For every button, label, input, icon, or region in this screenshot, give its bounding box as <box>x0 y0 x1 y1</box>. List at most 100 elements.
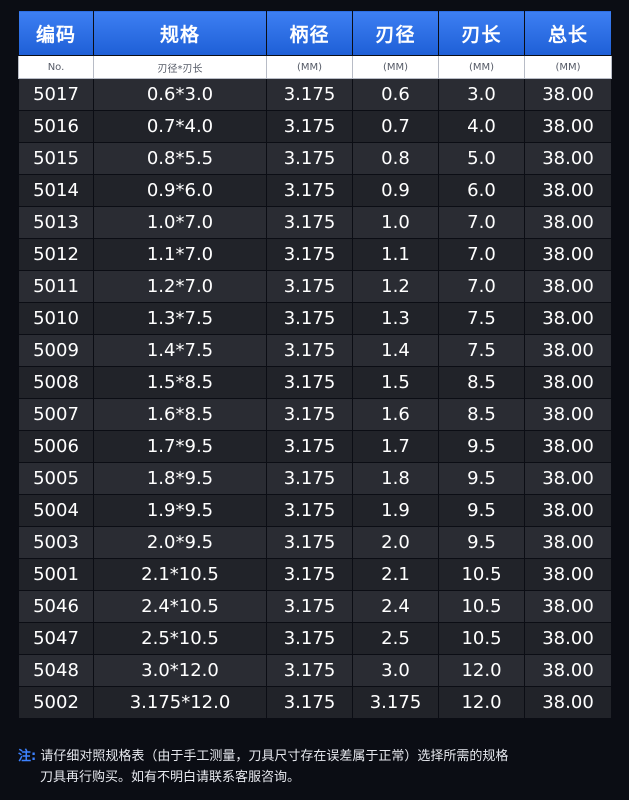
cell-blade-diameter: 1.4 <box>352 334 439 367</box>
cell-code: 5003 <box>18 526 94 559</box>
header-shank-diameter: 柄径 <box>266 10 353 56</box>
cell-shank-diameter: 3.175 <box>266 174 353 207</box>
header-blade-diameter: 刃径 <box>352 10 439 56</box>
cell-total-length: 38.00 <box>524 398 612 431</box>
cell-blade-length: 12.0 <box>438 654 525 687</box>
cell-blade-diameter: 2.0 <box>352 526 439 559</box>
cell-spec: 1.3*7.5 <box>93 302 267 335</box>
header-total-length: 总长 <box>524 10 612 56</box>
table-row: 5016 0.7*4.0 3.175 0.7 4.0 38.00 <box>18 110 612 143</box>
cell-total-length: 38.00 <box>524 590 612 623</box>
cell-shank-diameter: 3.175 <box>266 654 353 687</box>
cell-code: 5014 <box>18 174 94 207</box>
table-row: 5048 3.0*12.0 3.175 3.0 12.0 38.00 <box>18 654 612 687</box>
cell-blade-length: 10.5 <box>438 590 525 623</box>
table-row: 5001 2.1*10.5 3.175 2.1 10.5 38.00 <box>18 558 612 591</box>
cell-total-length: 38.00 <box>524 366 612 399</box>
table-row: 5047 2.5*10.5 3.175 2.5 10.5 38.00 <box>18 622 612 655</box>
cell-spec: 0.6*3.0 <box>93 78 267 111</box>
header-code: 编码 <box>18 10 94 56</box>
cell-blade-diameter: 1.0 <box>352 206 439 239</box>
cell-shank-diameter: 3.175 <box>266 110 353 143</box>
units-row: No. 刃径*刃长 (MM) (MM) (MM) (MM) <box>18 55 612 79</box>
cell-blade-diameter: 1.5 <box>352 366 439 399</box>
cell-blade-length: 10.5 <box>438 622 525 655</box>
cell-blade-diameter: 0.9 <box>352 174 439 207</box>
cell-code: 5008 <box>18 366 94 399</box>
cell-spec: 2.5*10.5 <box>93 622 267 655</box>
cell-blade-length: 7.0 <box>438 238 525 271</box>
cell-total-length: 38.00 <box>524 334 612 367</box>
cell-shank-diameter: 3.175 <box>266 558 353 591</box>
cell-code: 5004 <box>18 494 94 527</box>
cell-shank-diameter: 3.175 <box>266 366 353 399</box>
cell-shank-diameter: 3.175 <box>266 238 353 271</box>
cell-code: 5010 <box>18 302 94 335</box>
cell-blade-length: 9.5 <box>438 526 525 559</box>
cell-total-length: 38.00 <box>524 78 612 111</box>
note-block: 注: 请仔细对照规格表（由于手工测量，刀具尺寸存在误差属于正常）选择所需的规格 … <box>18 746 618 788</box>
cell-code: 5015 <box>18 142 94 175</box>
table-row: 5014 0.9*6.0 3.175 0.9 6.0 38.00 <box>18 174 612 207</box>
note-text-1: 请仔细对照规格表（由于手工测量，刀具尺寸存在误差属于正常）选择所需的规格 <box>40 749 509 764</box>
cell-total-length: 38.00 <box>524 110 612 143</box>
cell-blade-diameter: 2.1 <box>352 558 439 591</box>
table-row: 5012 1.1*7.0 3.175 1.1 7.0 38.00 <box>18 238 612 271</box>
unit-code: No. <box>18 55 94 79</box>
cell-spec: 0.9*6.0 <box>93 174 267 207</box>
cell-spec: 2.1*10.5 <box>93 558 267 591</box>
cell-spec: 2.4*10.5 <box>93 590 267 623</box>
cell-total-length: 38.00 <box>524 654 612 687</box>
cell-blade-length: 6.0 <box>438 174 525 207</box>
cell-total-length: 38.00 <box>524 302 612 335</box>
cell-blade-diameter: 2.5 <box>352 622 439 655</box>
table-row: 5006 1.7*9.5 3.175 1.7 9.5 38.00 <box>18 430 612 463</box>
unit-spec: 刃径*刃长 <box>93 55 267 79</box>
cell-blade-diameter: 3.175 <box>352 686 439 719</box>
cell-total-length: 38.00 <box>524 238 612 271</box>
cell-code: 5002 <box>18 686 94 719</box>
cell-spec: 1.5*8.5 <box>93 366 267 399</box>
cell-shank-diameter: 3.175 <box>266 334 353 367</box>
cell-spec: 0.8*5.5 <box>93 142 267 175</box>
cell-total-length: 38.00 <box>524 430 612 463</box>
cell-blade-diameter: 1.6 <box>352 398 439 431</box>
table-row: 5017 0.6*3.0 3.175 0.6 3.0 38.00 <box>18 78 612 111</box>
cell-spec: 1.0*7.0 <box>93 206 267 239</box>
cell-blade-diameter: 1.2 <box>352 270 439 303</box>
cell-shank-diameter: 3.175 <box>266 206 353 239</box>
note-line-1: 注: 请仔细对照规格表（由于手工测量，刀具尺寸存在误差属于正常）选择所需的规格 <box>18 746 618 767</box>
cell-blade-length: 9.5 <box>438 430 525 463</box>
cell-shank-diameter: 3.175 <box>266 302 353 335</box>
cell-blade-diameter: 1.7 <box>352 430 439 463</box>
table-row: 5013 1.0*7.0 3.175 1.0 7.0 38.00 <box>18 206 612 239</box>
cell-total-length: 38.00 <box>524 174 612 207</box>
cell-total-length: 38.00 <box>524 270 612 303</box>
cell-blade-diameter: 1.8 <box>352 462 439 495</box>
cell-blade-diameter: 1.1 <box>352 238 439 271</box>
cell-spec: 1.4*7.5 <box>93 334 267 367</box>
cell-shank-diameter: 3.175 <box>266 270 353 303</box>
table-row: 5009 1.4*7.5 3.175 1.4 7.5 38.00 <box>18 334 612 367</box>
cell-total-length: 38.00 <box>524 494 612 527</box>
table-row: 5005 1.8*9.5 3.175 1.8 9.5 38.00 <box>18 462 612 495</box>
cell-code: 5009 <box>18 334 94 367</box>
cell-blade-diameter: 2.4 <box>352 590 439 623</box>
table-row: 5007 1.6*8.5 3.175 1.6 8.5 38.00 <box>18 398 612 431</box>
cell-blade-length: 12.0 <box>438 686 525 719</box>
cell-total-length: 38.00 <box>524 206 612 239</box>
cell-shank-diameter: 3.175 <box>266 590 353 623</box>
spec-table: 编码 规格 柄径 刃径 刃长 总长 No. 刃径*刃长 (MM) (MM) (M… <box>18 10 612 719</box>
cell-blade-diameter: 3.0 <box>352 654 439 687</box>
table-row: 5015 0.8*5.5 3.175 0.8 5.0 38.00 <box>18 142 612 175</box>
cell-spec: 0.7*4.0 <box>93 110 267 143</box>
note-label: 注: <box>18 749 37 764</box>
header-blade-length: 刃长 <box>438 10 525 56</box>
cell-total-length: 38.00 <box>524 462 612 495</box>
unit-blade-length: (MM) <box>438 55 525 79</box>
table-row: 5010 1.3*7.5 3.175 1.3 7.5 38.00 <box>18 302 612 335</box>
cell-code: 5012 <box>18 238 94 271</box>
table-row: 5008 1.5*8.5 3.175 1.5 8.5 38.00 <box>18 366 612 399</box>
cell-shank-diameter: 3.175 <box>266 622 353 655</box>
table-row: 5003 2.0*9.5 3.175 2.0 9.5 38.00 <box>18 526 612 559</box>
